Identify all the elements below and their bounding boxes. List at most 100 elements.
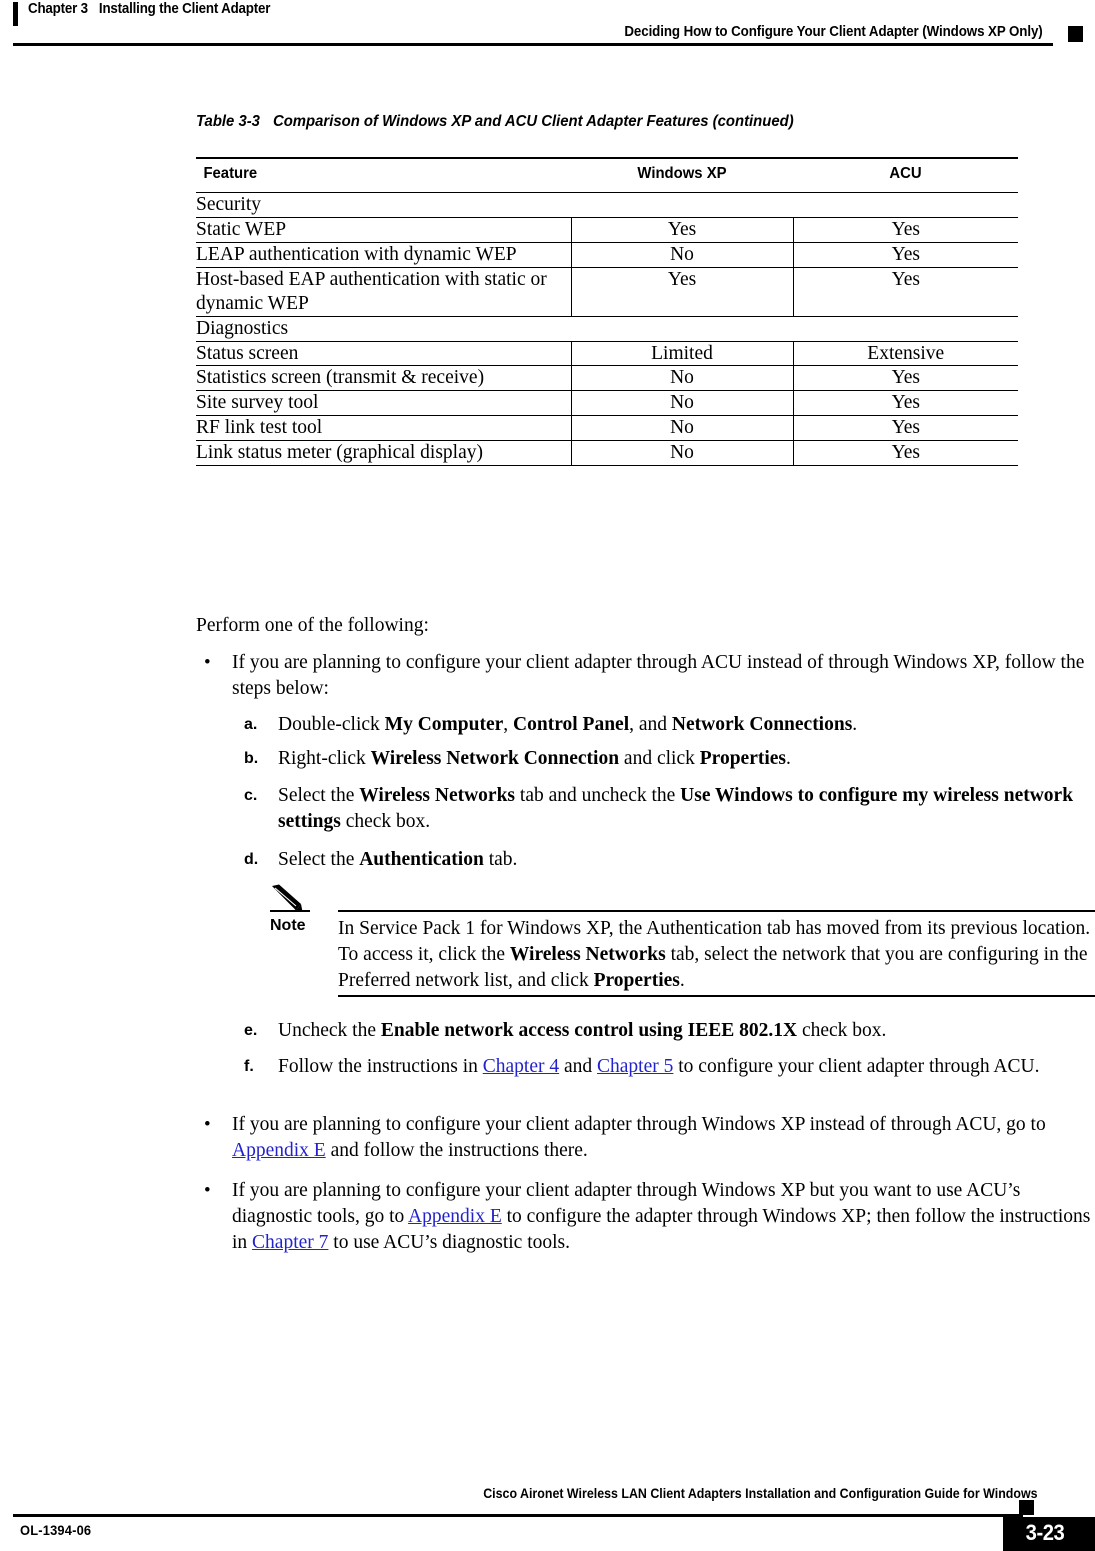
table-row: RF link test tool No Yes bbox=[196, 415, 1018, 442]
step-b-bold-1: Wireless Network Connection bbox=[370, 748, 620, 769]
header-section-title: Deciding How to Configure Your Client Ad… bbox=[624, 24, 1043, 40]
step-a-letter: a. bbox=[244, 716, 258, 733]
step-a-text-1: Double-click bbox=[278, 714, 385, 735]
step-e-text: Uncheck the Enable network access contro… bbox=[278, 1020, 886, 1041]
step-b-bold-2: Properties bbox=[699, 748, 787, 769]
row-feature: Site survey tool bbox=[196, 390, 572, 417]
note-top-rule bbox=[338, 910, 1095, 912]
column-header-feature: Feature bbox=[196, 158, 571, 193]
step-a-text-3: , and bbox=[629, 714, 672, 735]
column-header-windows-xp-label: Windows XP bbox=[637, 165, 727, 182]
bullet-item-2: • If you are planning to configure your … bbox=[196, 1112, 1095, 1164]
row-acu: Extensive bbox=[793, 341, 1018, 367]
crossref-appendix-e[interactable]: Appendix E bbox=[232, 1140, 326, 1161]
row-feature: Status screen bbox=[196, 341, 572, 367]
header-chapter-number: Chapter 3 bbox=[28, 1, 88, 17]
step-b: b. Right-click Wireless Network Connecti… bbox=[244, 746, 1095, 772]
page-header: Chapter 3 Installing the Client Adapter D… bbox=[0, 0, 1095, 56]
step-d-text: Select the Authentication tab. bbox=[278, 849, 517, 870]
row-windows-xp: No bbox=[571, 365, 794, 392]
bullet-3-text-3: to use ACU’s diagnostic tools. bbox=[328, 1231, 570, 1253]
note-bold-1: Wireless Networks bbox=[509, 943, 666, 965]
bullet-2-text-1: If you are planning to configure your cl… bbox=[232, 1114, 1046, 1135]
bullet-item-1-text: If you are planning to configure your cl… bbox=[232, 652, 1085, 699]
row-acu: Yes bbox=[793, 440, 1018, 467]
row-feature: Statistics screen (transmit & receive) bbox=[196, 365, 572, 392]
header-right-marker bbox=[1068, 26, 1083, 42]
row-acu: Yes bbox=[793, 217, 1018, 243]
bullet-item-2-text: If you are planning to configure your cl… bbox=[232, 1114, 1046, 1161]
row-acu: Yes bbox=[793, 242, 1018, 268]
step-a-bold-3: Network Connections bbox=[671, 714, 853, 735]
step-c-bold-1: Wireless Networks bbox=[359, 785, 516, 806]
crossref-chapter-4[interactable]: Chapter 4 bbox=[483, 1056, 559, 1077]
step-c-letter: c. bbox=[244, 787, 258, 804]
footer-right-marker bbox=[1019, 1500, 1034, 1515]
column-header-acu-label: ACU bbox=[889, 165, 922, 182]
note-icon-underline bbox=[270, 910, 310, 912]
step-a-bold-1: My Computer bbox=[384, 714, 504, 735]
step-a-text: Double-click My Computer, Control Panel,… bbox=[278, 714, 857, 735]
step-c-text-1: Select the bbox=[278, 785, 360, 806]
step-f-text-1: Follow the instructions in bbox=[278, 1056, 483, 1077]
step-d-text-1: Select the bbox=[278, 849, 360, 870]
step-f-text-3: to configure your client adapter through… bbox=[673, 1056, 1040, 1077]
footer-guide-title: Cisco Aironet Wireless LAN Client Adapte… bbox=[483, 1486, 1038, 1501]
table-group-label: Security bbox=[196, 192, 1018, 218]
step-d-text-2: tab. bbox=[483, 849, 518, 870]
crossref-chapter-7[interactable]: Chapter 7 bbox=[252, 1232, 328, 1253]
step-b-text-3: . bbox=[786, 748, 791, 769]
row-feature: RF link test tool bbox=[196, 415, 572, 442]
step-a-text-2: , bbox=[503, 714, 514, 735]
header-left-marker bbox=[13, 2, 18, 26]
step-c: c. Select the Wireless Networks tab and … bbox=[244, 783, 1095, 835]
table-caption: Table 3-3 Comparison of Windows XP and AC… bbox=[196, 113, 794, 131]
step-d: d. Select the Authentication tab. bbox=[244, 847, 1095, 873]
table-row: Statistics screen (transmit & receive) N… bbox=[196, 365, 1018, 392]
crossref-chapter-5[interactable]: Chapter 5 bbox=[597, 1056, 673, 1077]
table-header-row: Feature Windows XP ACU bbox=[196, 158, 1018, 193]
row-acu: Yes bbox=[793, 415, 1018, 442]
table-group-label: Diagnostics bbox=[196, 316, 1018, 342]
header-chapter-title: Installing the Client Adapter bbox=[98, 1, 271, 17]
lead-paragraph: Perform one of the following: bbox=[196, 615, 429, 636]
step-b-text: Right-click Wireless Network Connection … bbox=[278, 748, 791, 769]
row-windows-xp: No bbox=[571, 440, 794, 467]
step-a: a. Double-click My Computer, Control Pan… bbox=[244, 712, 1095, 738]
step-e-text-1: Uncheck the bbox=[278, 1020, 381, 1041]
row-windows-xp: Yes bbox=[571, 217, 794, 243]
step-f-letter: f. bbox=[244, 1058, 254, 1075]
step-a-text-4: . bbox=[852, 714, 858, 735]
row-feature: Link status meter (graphical display) bbox=[196, 440, 572, 467]
table-body: Security Static WEP Yes Yes LEAP authent… bbox=[196, 192, 1018, 467]
step-f-text: Follow the instructions in Chapter 4 and… bbox=[278, 1056, 1039, 1077]
step-c-text-3: check box. bbox=[340, 810, 431, 832]
row-feature: Host-based EAP authentication with stati… bbox=[196, 267, 572, 317]
crossref-appendix-e-2[interactable]: Appendix E bbox=[408, 1206, 502, 1227]
table-row: LEAP authentication with dynamic WEP No … bbox=[196, 242, 1018, 268]
bullet-item-1: • If you are planning to configure your … bbox=[196, 650, 1095, 702]
row-windows-xp: No bbox=[571, 415, 794, 442]
comparison-table: Feature Windows XP ACU Security Static W… bbox=[196, 157, 1018, 467]
header-chapter: Chapter 3 Installing the Client Adapter bbox=[28, 1, 270, 17]
bullet-item-3: • If you are planning to configure your … bbox=[196, 1178, 1095, 1256]
row-windows-xp: No bbox=[571, 390, 794, 417]
step-b-text-1: Right-click bbox=[278, 748, 371, 769]
step-c-text: Select the Wireless Networks tab and unc… bbox=[278, 785, 1073, 832]
row-windows-xp: No bbox=[571, 242, 794, 268]
step-c-text-2: tab and uncheck the bbox=[515, 785, 681, 806]
footer-page-number: 3-23 bbox=[1025, 1520, 1065, 1545]
column-header-windows-xp: Windows XP bbox=[571, 158, 793, 193]
bullet-marker-icon: • bbox=[204, 1114, 211, 1135]
column-header-acu: ACU bbox=[793, 158, 1018, 193]
note-text-3: . bbox=[679, 969, 685, 991]
step-a-bold-2: Control Panel bbox=[513, 714, 630, 735]
note-text: In Service Pack 1 for Windows XP, the Au… bbox=[338, 916, 1095, 994]
table-group-row: Diagnostics bbox=[196, 316, 1018, 342]
header-rule bbox=[13, 43, 1053, 46]
bullet-2-text-2: and follow the instructions there. bbox=[325, 1139, 588, 1161]
step-e: e. Uncheck the Enable network access con… bbox=[244, 1018, 1095, 1044]
step-d-bold-1: Authentication bbox=[359, 849, 484, 870]
row-feature: LEAP authentication with dynamic WEP bbox=[196, 242, 572, 268]
row-acu: Yes bbox=[793, 390, 1018, 417]
